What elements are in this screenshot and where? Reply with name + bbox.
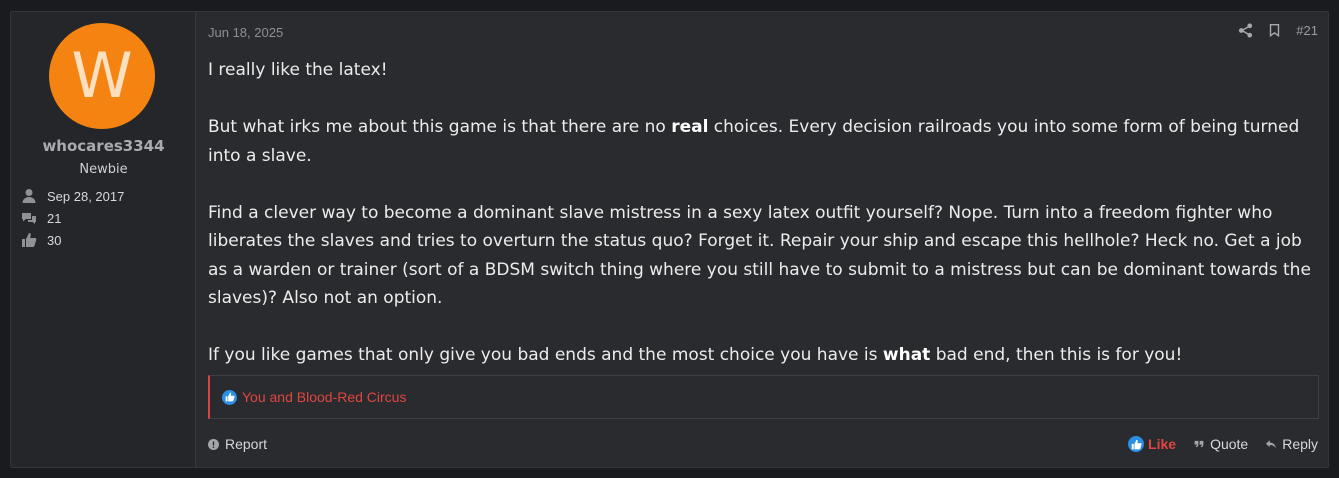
like-button[interactable]: Like <box>1128 436 1176 452</box>
avatar[interactable]: W <box>49 23 155 129</box>
post-tools: #21 <box>1238 23 1318 38</box>
bookmark-icon[interactable] <box>1267 23 1282 38</box>
paragraph: If you like games that only give you bad… <box>208 345 1183 365</box>
forum-post: W whocares3344 Newbie Sep 28, 2017 21 30… <box>10 11 1329 468</box>
username-link[interactable]: whocares3344 <box>11 137 196 155</box>
quote-icon <box>1194 440 1204 448</box>
paragraph: I really like the latex! <box>208 60 388 80</box>
user-title: Newbie <box>79 162 128 177</box>
comments-icon <box>22 213 36 224</box>
paragraph: But what irks me about this game is that… <box>208 117 1300 166</box>
reactions-bar[interactable]: You and Blood-Red Circus <box>208 375 1319 419</box>
post-actions: Like Quote Reply <box>1128 436 1318 452</box>
reactions-stat: 30 <box>21 231 61 249</box>
joined-stat: Sep 28, 2017 <box>21 187 124 205</box>
messages-count: 21 <box>47 210 62 226</box>
quote-button[interactable]: Quote <box>1194 436 1248 452</box>
messages-stat: 21 <box>21 209 61 227</box>
user-icon <box>22 189 36 203</box>
reactions-count: 30 <box>47 232 62 248</box>
paragraph: Find a clever way to become a dominant s… <box>208 202 1311 309</box>
post-main: Jun 18, 2025 #21 I really like the latex… <box>197 12 1328 467</box>
user-panel: W whocares3344 Newbie Sep 28, 2017 21 30 <box>11 12 196 467</box>
reply-button[interactable]: Reply <box>1266 436 1318 452</box>
post-body: I really like the latex! But what irks m… <box>208 56 1318 398</box>
thumbs-up-icon <box>22 233 37 247</box>
post-date[interactable]: Jun 18, 2025 <box>208 25 283 40</box>
reply-icon <box>1266 440 1277 449</box>
thumbs-up-icon <box>1128 436 1145 452</box>
share-icon[interactable] <box>1238 23 1253 38</box>
like-reaction-icon <box>222 389 237 405</box>
post-footer: Report Like Quote Reply <box>208 434 1318 454</box>
reactions-list-link[interactable]: You and Blood-Red Circus <box>242 389 406 405</box>
joined-date: Sep 28, 2017 <box>47 188 125 204</box>
bold-text: real <box>671 117 709 137</box>
post-number[interactable]: #21 <box>1296 23 1318 38</box>
report-button[interactable]: Report <box>208 436 267 452</box>
alert-icon <box>208 438 219 450</box>
bold-text: what <box>882 345 931 365</box>
